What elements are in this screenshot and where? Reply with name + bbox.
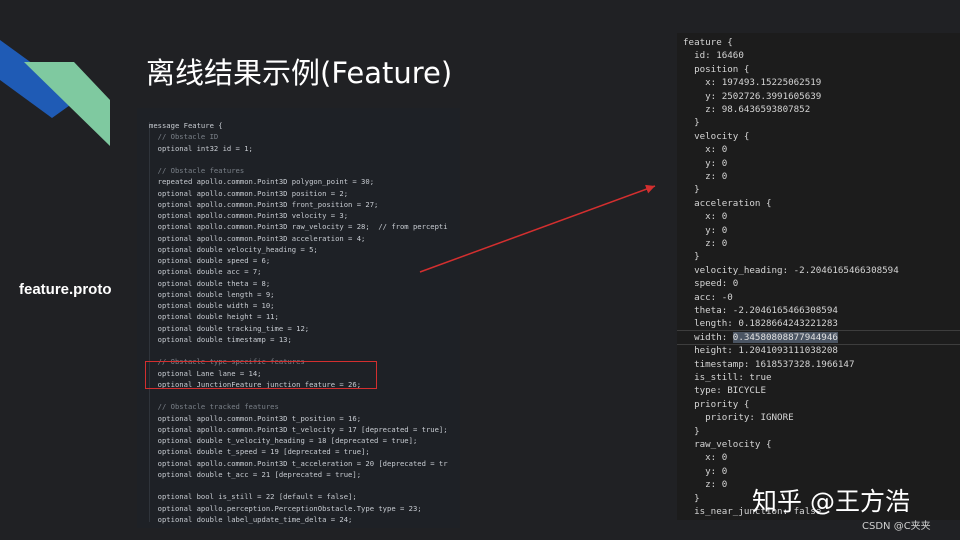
- code-line: optional bool is_still = 22 [default = f…: [149, 492, 357, 502]
- code-line: optional apollo.common.Point3D t_velocit…: [149, 424, 448, 434]
- code-line: optional double speed = 6;: [149, 256, 271, 265]
- feature-line: z: 0: [683, 479, 728, 491]
- code-line: optional double t_velocity_heading = 18 …: [149, 436, 418, 445]
- selected-text: 0.34580808877944946: [732, 331, 838, 343]
- feature-line: timestamp: 1618537328.1966147: [683, 358, 855, 370]
- feature-line: x: 0: [683, 452, 728, 464]
- feature-line: x: 0: [683, 144, 728, 156]
- code-line: optional double timestamp = 13;: [149, 334, 292, 344]
- feature-line: velocity {: [683, 130, 750, 142]
- feature-line: position {: [683, 63, 750, 75]
- code-line: optional int32 id = 1;: [149, 143, 253, 153]
- code-line: optional double velocity_heading = 5;: [149, 244, 318, 254]
- csdn-watermark: CSDN @C夹夹: [862, 521, 931, 532]
- feature-line: }: [683, 117, 700, 129]
- code-line: // Obstacle ID: [149, 132, 219, 142]
- code-line: optional double theta = 8;: [149, 278, 271, 288]
- feature-line: z: 98.6436593807852: [683, 104, 811, 115]
- code-line: optional apollo.common.Point3D t_positio…: [149, 413, 362, 423]
- code-line: // Obstacle features: [149, 166, 245, 175]
- feature-line: is_still: true: [683, 372, 772, 383]
- feature-line: acc: -0: [683, 291, 733, 303]
- code-line: optional double t_acc = 21 [deprecated =…: [149, 469, 362, 479]
- code-line: optional apollo.perception.PerceptionObs…: [149, 503, 422, 513]
- feature-line: y: 2502726.3991605639: [683, 90, 822, 102]
- zhihu-watermark: 知乎 @王方浩: [752, 487, 910, 516]
- highlight-box: [145, 361, 377, 389]
- code-line: message Feature {: [149, 121, 223, 130]
- code-line: optional apollo.common.Point3D front_pos…: [149, 199, 379, 209]
- feature-line: type: BICYCLE: [683, 385, 766, 397]
- feature-line: priority: IGNORE: [683, 412, 794, 424]
- code-line: optional double t_speed = 19 [deprecated…: [149, 447, 370, 457]
- feature-line: height: 1.2041093111038208: [683, 345, 838, 357]
- code-line: optional double width = 10;: [149, 301, 275, 310]
- code-line: optional apollo.common.Point3D position …: [149, 188, 349, 198]
- feature-line: y: 0: [683, 157, 728, 169]
- feature-line: }: [683, 184, 700, 196]
- feature-line: id: 16460: [683, 50, 744, 62]
- feature-line: x: 197493.15225062519: [683, 77, 822, 89]
- feature-line: theta: -2.2046165466308594: [683, 305, 838, 316]
- feature-line: z: 0: [683, 238, 728, 249]
- code-line: optional apollo.common.Point3D t_acceler…: [149, 458, 448, 468]
- feature-line: raw_velocity {: [683, 439, 772, 450]
- corner-decoration: [0, 40, 110, 146]
- feature-line: x: 0: [683, 211, 728, 223]
- feature-line: velocity_heading: -2.2046165466308594: [683, 264, 899, 276]
- feature-line: }: [683, 251, 700, 263]
- feature-line: acceleration {: [683, 197, 772, 209]
- feature-line: }: [683, 492, 700, 504]
- feature-line: y: 0: [683, 465, 728, 477]
- proto-file-label: feature.proto: [19, 281, 112, 298]
- feature-line: length: 0.1828664243221283: [683, 318, 838, 330]
- feature-line: feature {: [683, 37, 733, 48]
- code-line: optional double length = 9;: [149, 289, 275, 299]
- code-line: optional double tracking_time = 12;: [149, 323, 310, 333]
- feature-line: priority {: [683, 398, 750, 410]
- feature-line: width: 0.34580808877944946: [683, 331, 838, 343]
- feature-output-panel: feature { id: 16460 position { x: 197493…: [677, 33, 960, 520]
- slide-title: 离线结果示例(Feature): [146, 56, 453, 90]
- code-line: optional apollo.common.Point3D velocity …: [149, 211, 349, 220]
- feature-line: z: 0: [683, 171, 728, 182]
- code-line: optional double acc = 7;: [149, 267, 262, 277]
- code-line: optional apollo.common.Point3D raw_veloc…: [149, 222, 448, 232]
- code-line: optional double label_update_time_delta …: [149, 514, 353, 524]
- code-line: repeated apollo.common.Point3D polygon_p…: [149, 177, 375, 187]
- code-line: // Obstacle tracked features: [149, 402, 279, 412]
- feature-line: y: 0: [683, 224, 728, 236]
- feature-line: }: [683, 425, 700, 437]
- code-line: optional apollo.common.Point3D accelerat…: [149, 233, 366, 243]
- feature-line: speed: 0: [683, 278, 739, 290]
- proto-code-panel: message Feature { // Obstacle ID optiona…: [137, 108, 460, 528]
- code-line: optional double height = 11;: [149, 312, 279, 322]
